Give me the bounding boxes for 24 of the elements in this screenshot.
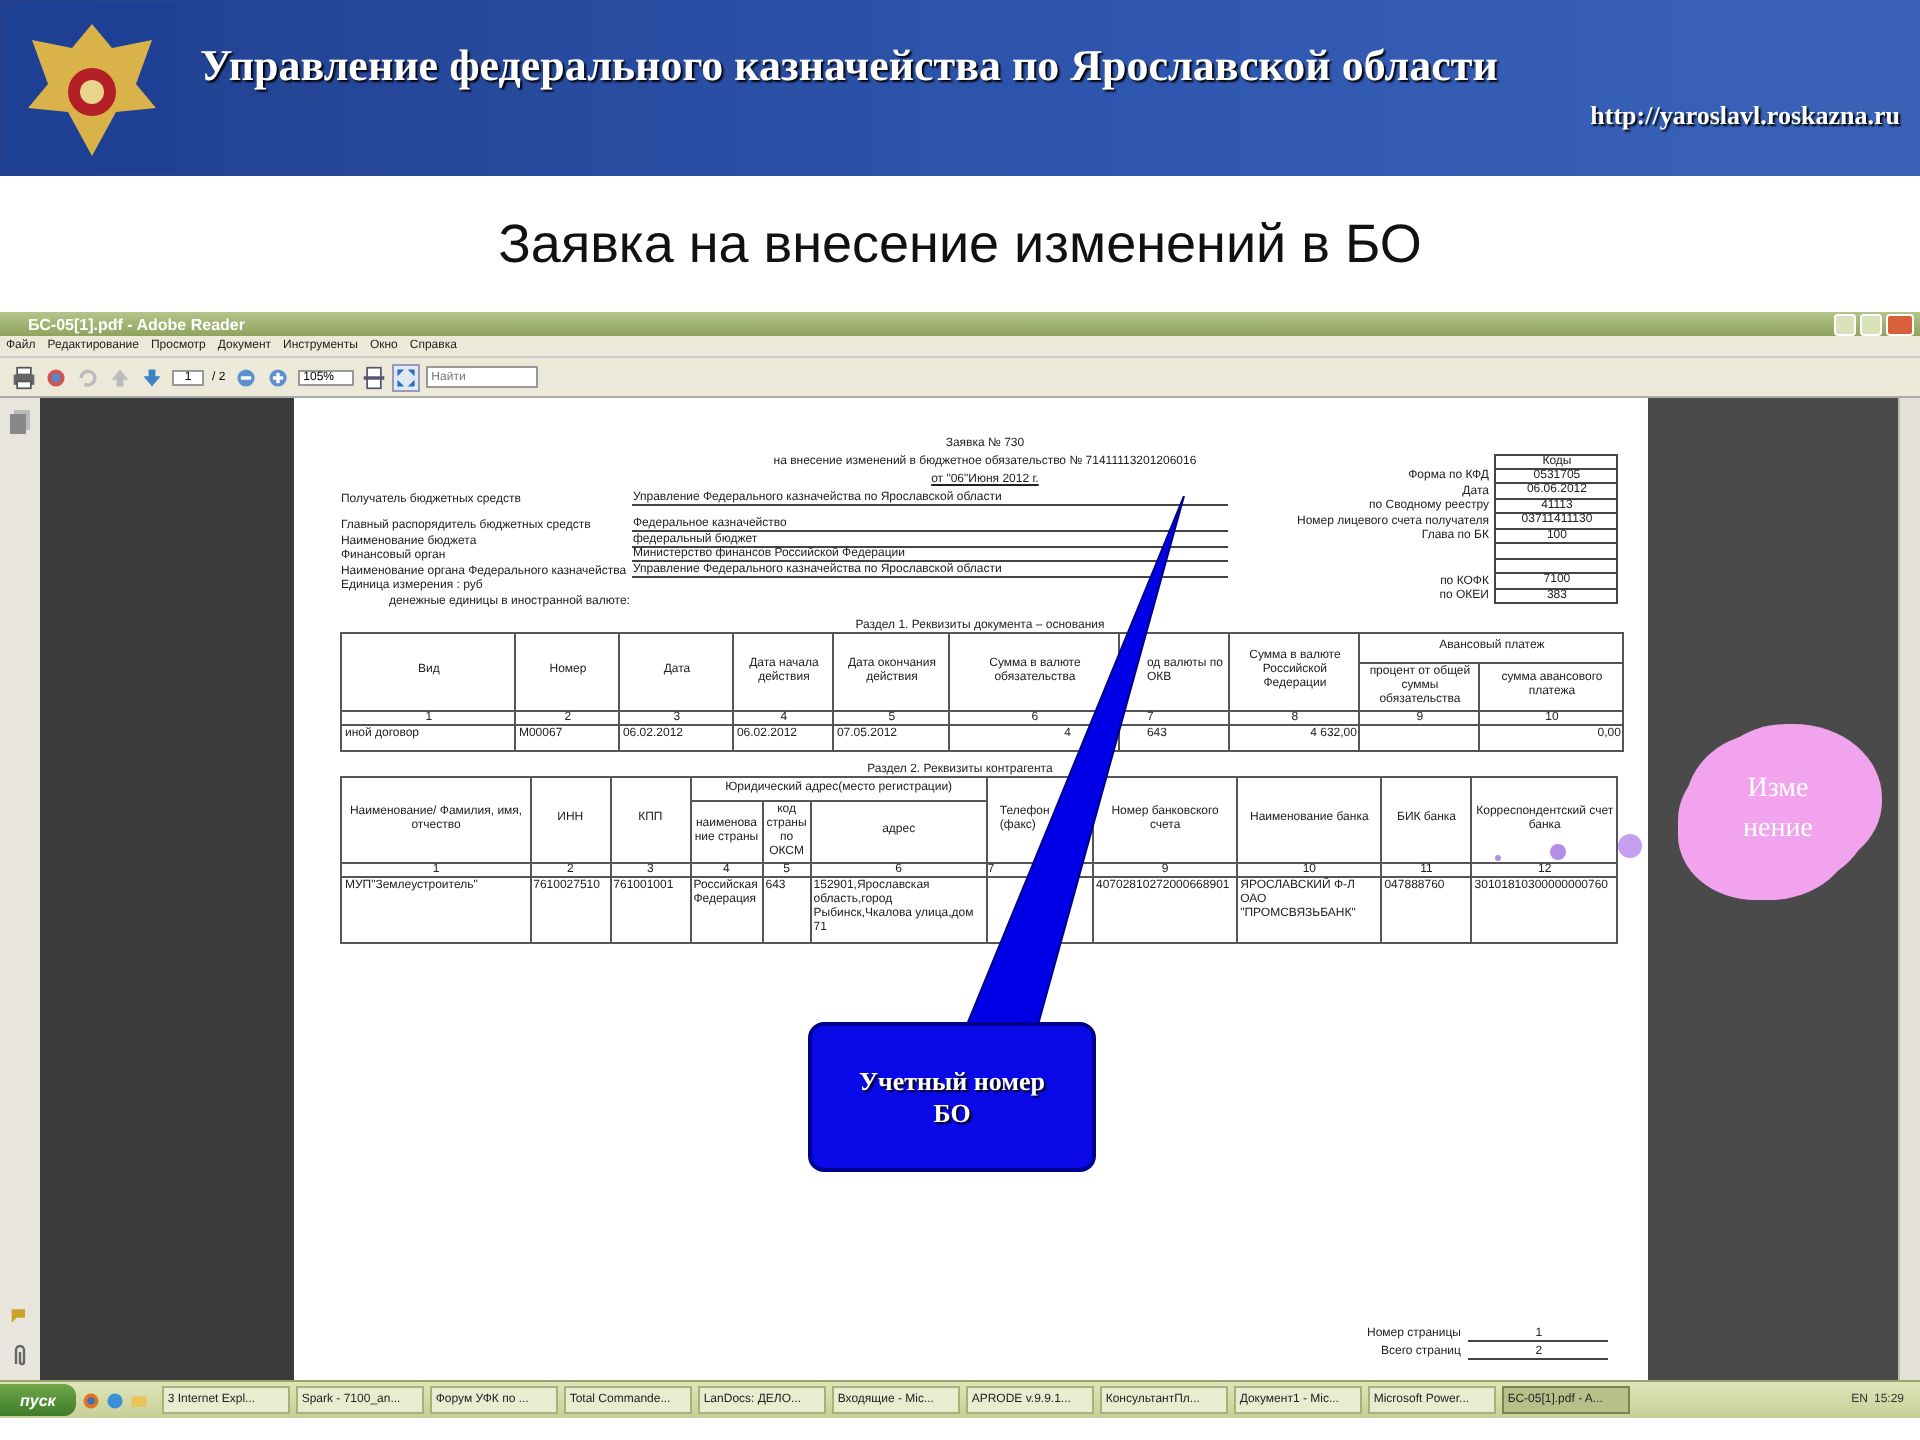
cloud-text: Изме: [1747, 774, 1809, 806]
browser-icon[interactable]: [81, 1391, 100, 1409]
comment-icon[interactable]: [9, 1304, 30, 1328]
globe-icon[interactable]: [105, 1391, 124, 1409]
paperclip-icon[interactable]: [9, 1344, 30, 1368]
collaborate-icon[interactable]: [44, 365, 68, 389]
scrollbar[interactable]: [1898, 398, 1920, 1380]
minimize-button[interactable]: [1834, 313, 1856, 335]
arrow-down-icon[interactable]: [140, 365, 164, 389]
zoom-out-icon[interactable]: [233, 365, 258, 389]
maximize-button[interactable]: [1860, 313, 1882, 335]
start-button[interactable]: пуск: [0, 1384, 76, 1416]
organization-title: Управление федерального казначейства по Ярославской области: [200, 40, 1500, 92]
window-title: БС-05[1].pdf - Adobe Reader: [28, 315, 247, 333]
website-link[interactable]: http://yaroslavl.roskazna.ru: [1590, 100, 1900, 132]
print-icon[interactable]: [12, 365, 36, 389]
full-screen-icon[interactable]: [393, 365, 418, 389]
callout-text: Учетный номер БО: [856, 1065, 1047, 1129]
cloud-text: нение: [1743, 814, 1813, 846]
fit-page-icon[interactable]: [361, 365, 386, 389]
pages-icon[interactable]: [9, 410, 30, 434]
slide-title: Заявка на внесение изменений в БО: [496, 211, 1424, 277]
close-button[interactable]: [1886, 313, 1914, 335]
zoom-in-icon[interactable]: [265, 365, 290, 389]
